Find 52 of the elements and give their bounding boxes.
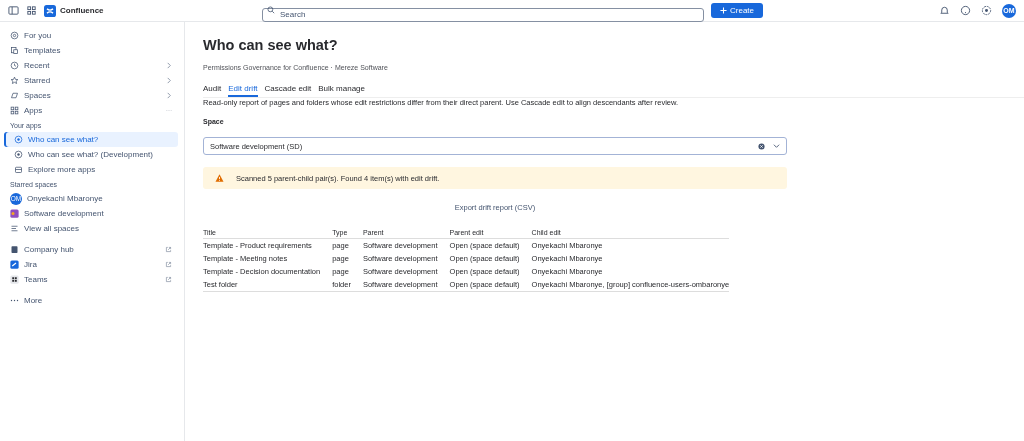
sidebar-item[interactable]: Who can see what? bbox=[4, 132, 178, 147]
sidebar-item[interactable]: Company hub bbox=[4, 242, 178, 257]
store-icon bbox=[14, 165, 23, 174]
sidebar-item[interactable]: Teams bbox=[4, 272, 178, 287]
sidebar-item[interactable]: View all spaces bbox=[4, 221, 178, 236]
external-link-icon[interactable] bbox=[165, 276, 172, 283]
clear-icon[interactable] bbox=[758, 142, 765, 150]
plus-icon bbox=[720, 7, 727, 14]
sidebar-item[interactable]: Templates bbox=[4, 43, 178, 58]
tab[interactable]: Audit bbox=[203, 84, 222, 97]
spaces-icon bbox=[10, 91, 19, 100]
sidebar-item[interactable]: Starred bbox=[4, 73, 178, 88]
teams-icon bbox=[10, 275, 19, 284]
sidebar-item[interactable]: Explore more apps bbox=[4, 162, 178, 177]
confluence-logo-icon[interactable] bbox=[44, 4, 56, 17]
help-icon[interactable] bbox=[960, 5, 971, 16]
tab[interactable]: Cascade edit bbox=[264, 84, 312, 97]
space-icon bbox=[10, 209, 19, 218]
more-item[interactable]: More bbox=[4, 293, 178, 308]
chevron-right-icon[interactable] bbox=[166, 77, 172, 84]
search-icon bbox=[267, 6, 275, 14]
sidebar-item[interactable]: Recent bbox=[4, 58, 178, 73]
chevron-right-icon[interactable] bbox=[166, 92, 172, 99]
list-icon bbox=[10, 224, 19, 233]
tab[interactable]: Edit drift bbox=[228, 84, 258, 97]
tab[interactable]: Bulk manage bbox=[318, 84, 365, 97]
app-switcher-icon[interactable] bbox=[26, 5, 37, 16]
product-name[interactable]: Confluence bbox=[60, 6, 104, 15]
warning-icon bbox=[215, 174, 224, 182]
sidebar-toggle-icon[interactable] bbox=[8, 5, 19, 16]
clock-icon bbox=[10, 61, 19, 70]
apps-icon bbox=[10, 106, 19, 115]
external-link-icon[interactable] bbox=[165, 261, 172, 268]
external-link-icon[interactable] bbox=[165, 246, 172, 253]
page-title: Who can see what? bbox=[203, 37, 339, 53]
jira-icon bbox=[10, 260, 19, 269]
building-icon bbox=[10, 245, 19, 254]
create-button[interactable]: Create bbox=[711, 3, 763, 18]
search-field[interactable]: Search bbox=[262, 7, 704, 22]
sidebar-item[interactable]: Spaces bbox=[4, 88, 178, 103]
sidebar-item[interactable]: Jira bbox=[4, 257, 178, 272]
template-icon bbox=[10, 46, 19, 55]
chevron-down-icon[interactable] bbox=[773, 143, 780, 149]
sidebar-item[interactable]: Who can see what? (Development) bbox=[4, 147, 178, 162]
star-icon bbox=[10, 76, 19, 85]
home-icon bbox=[10, 31, 19, 40]
sidebar-item[interactable]: Apps bbox=[4, 103, 178, 118]
sidebar-item[interactable]: Software development bbox=[4, 206, 178, 221]
chevron-right-icon[interactable] bbox=[166, 62, 172, 69]
notification-icon[interactable] bbox=[939, 5, 950, 16]
sidebar-item[interactable]: For you bbox=[4, 28, 178, 43]
settings-icon[interactable] bbox=[981, 5, 992, 16]
